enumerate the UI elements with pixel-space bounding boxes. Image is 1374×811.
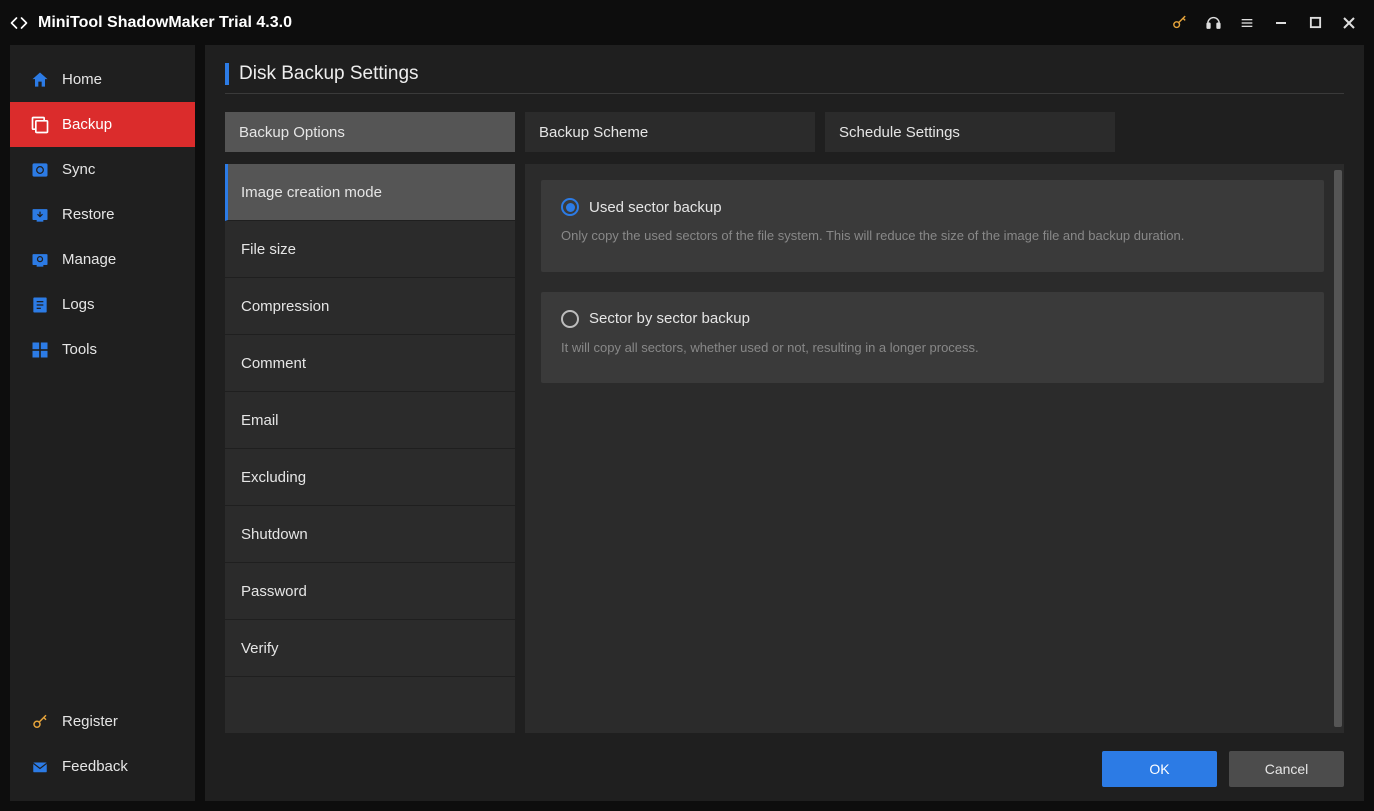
radio-description: Only copy the used sectors of the file s… [561, 226, 1304, 246]
radio-label: Sector by sector backup [589, 310, 750, 327]
radio-icon[interactable] [561, 310, 579, 328]
sidebar-item-sync[interactable]: Sync [10, 147, 195, 192]
sub-item-label: Password [241, 583, 307, 600]
tab-label: Backup Scheme [539, 124, 648, 141]
key-icon [30, 712, 50, 732]
backup-icon [30, 115, 50, 135]
title-bar: MiniTool ShadowMaker Trial 4.3.0 [0, 0, 1374, 45]
tab-backup-options[interactable]: Backup Options [225, 112, 515, 152]
sub-item-image-creation-mode[interactable]: Image creation mode [225, 164, 515, 221]
app-title: MiniTool ShadowMaker Trial 4.3.0 [38, 14, 292, 32]
sub-item-file-size[interactable]: File size [225, 221, 515, 278]
logs-icon [30, 295, 50, 315]
home-icon [30, 70, 50, 90]
sub-item-label: Comment [241, 355, 306, 372]
sidebar-item-label: Home [62, 71, 102, 88]
sub-item-label: Email [241, 412, 279, 429]
scrollbar[interactable] [1334, 170, 1342, 727]
sidebar-item-label: Feedback [62, 758, 128, 775]
mail-icon [30, 757, 50, 777]
option-area: Used sector backup Only copy the used se… [525, 164, 1344, 733]
cancel-button[interactable]: Cancel [1229, 751, 1344, 787]
options-sidebar: Image creation mode File size Compressio… [225, 164, 515, 733]
restore-icon [30, 205, 50, 225]
page-title: Disk Backup Settings [239, 63, 419, 85]
sidebar-item-label: Logs [62, 296, 95, 313]
sidebar-item-label: Register [62, 713, 118, 730]
tabs-row: Backup Options Backup Scheme Schedule Se… [225, 112, 1344, 152]
sidebar-item-label: Sync [62, 161, 95, 178]
ok-button[interactable]: OK [1102, 751, 1217, 787]
sub-item-compression[interactable]: Compression [225, 278, 515, 335]
option-used-sector[interactable]: Used sector backup Only copy the used se… [541, 180, 1324, 272]
button-label: OK [1149, 761, 1169, 777]
radio-description: It will copy all sectors, whether used o… [561, 338, 1304, 358]
button-label: Cancel [1265, 761, 1309, 777]
sub-item-excluding[interactable]: Excluding [225, 449, 515, 506]
tab-schedule-settings[interactable]: Schedule Settings [825, 112, 1115, 152]
license-key-icon[interactable] [1162, 0, 1196, 45]
sidebar-item-register[interactable]: Register [10, 699, 195, 744]
footer-buttons: OK Cancel [225, 733, 1344, 787]
sub-item-label: Compression [241, 298, 329, 315]
sidebar-item-home[interactable]: Home [10, 57, 195, 102]
tab-backup-scheme[interactable]: Backup Scheme [525, 112, 815, 152]
sidebar-item-manage[interactable]: Manage [10, 237, 195, 282]
tab-label: Schedule Settings [839, 124, 960, 141]
content-panel: Disk Backup Settings Backup Options Back… [205, 45, 1364, 801]
menu-icon[interactable] [1230, 0, 1264, 45]
sidebar-item-label: Backup [62, 116, 112, 133]
sidebar-item-restore[interactable]: Restore [10, 192, 195, 237]
sub-item-label: Excluding [241, 469, 306, 486]
manage-icon [30, 250, 50, 270]
radio-label: Used sector backup [589, 199, 722, 216]
sub-item-password[interactable]: Password [225, 563, 515, 620]
sidebar-item-tools[interactable]: Tools [10, 327, 195, 372]
sub-item-verify[interactable]: Verify [225, 620, 515, 677]
sync-icon [30, 160, 50, 180]
sidebar: Home Backup Sync Restore [10, 45, 195, 801]
option-sector-by-sector[interactable]: Sector by sector backup It will copy all… [541, 292, 1324, 384]
radio-icon[interactable] [561, 198, 579, 216]
headset-icon[interactable] [1196, 0, 1230, 45]
minimize-button[interactable] [1264, 0, 1298, 45]
sub-item-label: Shutdown [241, 526, 308, 543]
sidebar-item-logs[interactable]: Logs [10, 282, 195, 327]
tools-icon [30, 340, 50, 360]
page-header: Disk Backup Settings [225, 63, 1344, 94]
sub-item-comment[interactable]: Comment [225, 335, 515, 392]
sidebar-item-label: Manage [62, 251, 116, 268]
sidebar-item-feedback[interactable]: Feedback [10, 744, 195, 789]
sidebar-item-backup[interactable]: Backup [10, 102, 195, 147]
sub-item-label: File size [241, 241, 296, 258]
app-logo-icon [8, 12, 30, 34]
sub-item-email[interactable]: Email [225, 392, 515, 449]
sidebar-item-label: Tools [62, 341, 97, 358]
sub-item-shutdown[interactable]: Shutdown [225, 506, 515, 563]
sidebar-item-label: Restore [62, 206, 115, 223]
sub-item-label: Verify [241, 640, 279, 657]
close-button[interactable] [1332, 0, 1366, 45]
sub-item-label: Image creation mode [241, 184, 382, 201]
maximize-button[interactable] [1298, 0, 1332, 45]
tab-label: Backup Options [239, 124, 345, 141]
header-accent-bar [225, 63, 229, 85]
